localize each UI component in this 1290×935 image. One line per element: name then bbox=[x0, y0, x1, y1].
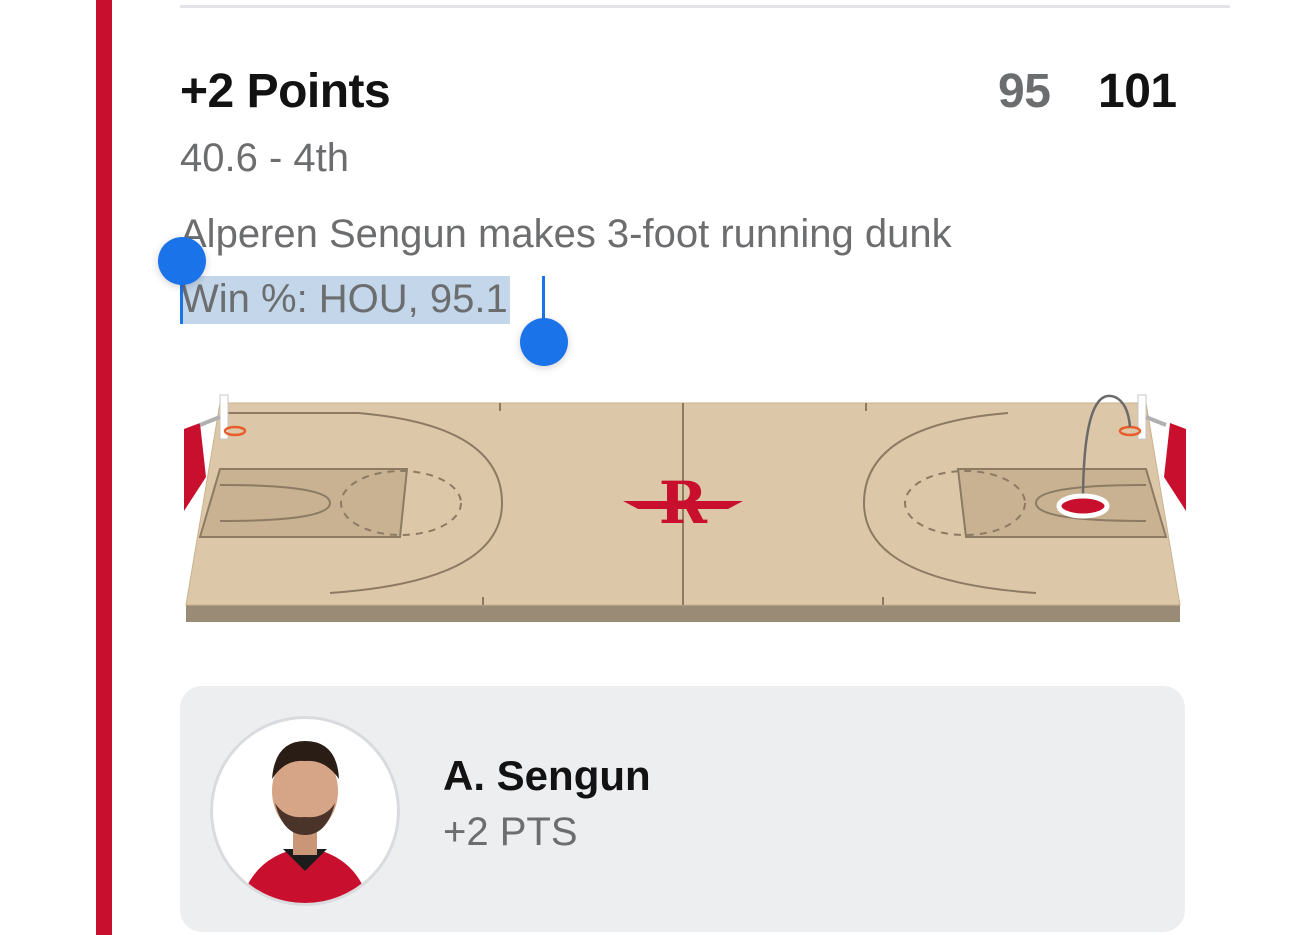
top-divider bbox=[180, 5, 1230, 8]
player-silhouette-icon bbox=[241, 741, 369, 903]
left-stanchion bbox=[184, 423, 206, 511]
player-card[interactable]: A. Sengun +2 PTS bbox=[180, 686, 1185, 932]
away-score: 95 bbox=[998, 65, 1051, 118]
right-stanchion bbox=[1164, 423, 1186, 511]
player-stat: +2 PTS bbox=[443, 810, 578, 854]
selection-start-handle[interactable] bbox=[158, 237, 206, 285]
shot-court-diagram: R bbox=[184, 394, 1186, 622]
game-clock: 40.6 - 4th bbox=[180, 136, 350, 180]
play-by-play-view: +2 Points 95 101 40.6 - 4th Alperen Seng… bbox=[0, 0, 1290, 935]
player-headshot bbox=[210, 716, 400, 906]
shot-marker bbox=[1056, 493, 1110, 519]
logo-letter: R bbox=[659, 469, 708, 537]
left-paint bbox=[198, 468, 409, 538]
selection-end-handle[interactable] bbox=[520, 318, 568, 366]
team-color-bar bbox=[96, 0, 112, 935]
play-title: +2 Points bbox=[180, 65, 391, 118]
selection-end-caret bbox=[542, 276, 545, 324]
player-name: A. Sengun bbox=[443, 752, 651, 799]
court-floor-edge bbox=[186, 605, 1180, 622]
home-score: 101 bbox=[1098, 65, 1177, 118]
play-description[interactable]: Alperen Sengun makes 3-foot running dunk bbox=[180, 212, 952, 257]
win-probability-text[interactable]: Win %: HOU, 95.1 bbox=[180, 276, 510, 324]
